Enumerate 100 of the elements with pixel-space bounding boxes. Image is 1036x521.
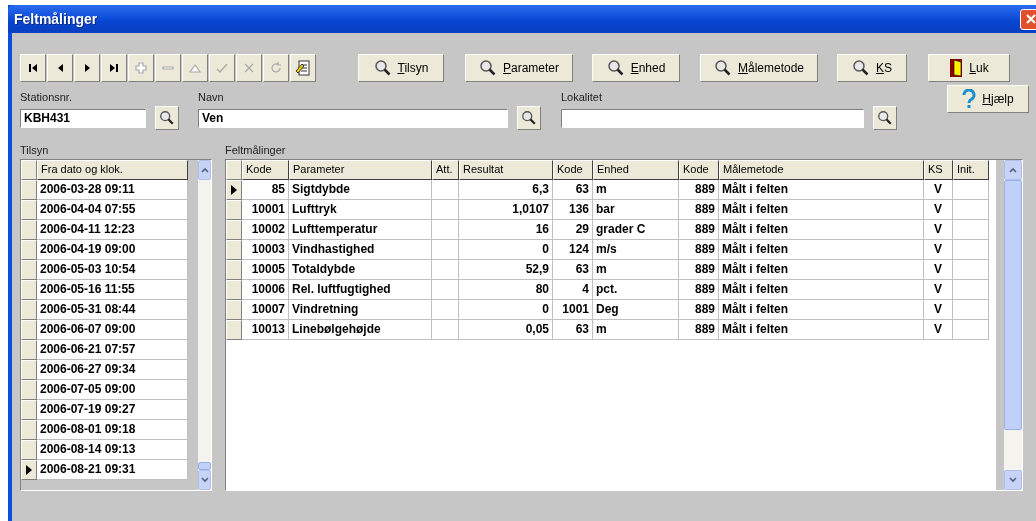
column-header[interactable]: Parameter [289, 160, 432, 180]
column-header[interactable]: Fra dato og klok. [37, 160, 188, 180]
table-cell[interactable]: 889 [679, 300, 719, 320]
table-cell[interactable]: 10003 [242, 240, 289, 260]
table-cell[interactable]: 10002 [242, 220, 289, 240]
scroll-down-button[interactable] [1004, 470, 1022, 490]
scrollbar[interactable] [198, 160, 211, 490]
table-cell[interactable]: 63 [553, 320, 593, 340]
table-cell[interactable]: 80 [459, 280, 553, 300]
toolbar-button[interactable]: Parameter [465, 54, 573, 82]
scroll-down-button[interactable] [198, 470, 211, 490]
column-header[interactable]: Kode [242, 160, 289, 180]
column-header[interactable]: Enhed [593, 160, 679, 180]
table-cell[interactable]: Vindretning [289, 300, 432, 320]
scroll-up-button[interactable] [1004, 160, 1022, 180]
table-cell[interactable] [953, 180, 989, 200]
table-cell[interactable]: 4 [553, 280, 593, 300]
table-cell[interactable]: 2006-06-21 07:57 [37, 340, 188, 360]
table-cell[interactable] [953, 320, 989, 340]
table-cell[interactable]: V [924, 300, 953, 320]
scroll-up-button[interactable] [198, 160, 211, 180]
table-cell[interactable]: 52,9 [459, 260, 553, 280]
toolbar-button[interactable]: Målemetode [700, 54, 818, 82]
table-cell[interactable]: 10013 [242, 320, 289, 340]
row-selector[interactable] [226, 180, 242, 200]
table-cell[interactable]: 63 [553, 180, 593, 200]
table-cell[interactable]: Målt i felten [719, 320, 924, 340]
table-cell[interactable] [432, 180, 459, 200]
table-cell[interactable] [953, 220, 989, 240]
table-cell[interactable]: 85 [242, 180, 289, 200]
row-selector[interactable] [21, 460, 37, 480]
column-header[interactable]: Målemetode [719, 160, 924, 180]
table-cell[interactable]: m/s [593, 240, 679, 260]
scrollbar[interactable] [1004, 160, 1022, 490]
table-cell[interactable] [432, 320, 459, 340]
table-cell[interactable] [432, 240, 459, 260]
table-cell[interactable]: 2006-08-01 09:18 [37, 420, 188, 440]
table-cell[interactable]: 2006-04-11 12:23 [37, 220, 188, 240]
close-button[interactable] [1020, 8, 1036, 30]
toolbar-button[interactable]: Luk [928, 54, 1010, 82]
table-cell[interactable]: 889 [679, 220, 719, 240]
table-cell[interactable]: 10006 [242, 280, 289, 300]
table-cell[interactable]: 889 [679, 200, 719, 220]
table-cell[interactable] [432, 300, 459, 320]
table-cell[interactable]: 2006-05-03 10:54 [37, 260, 188, 280]
table-cell[interactable]: V [924, 220, 953, 240]
table-cell[interactable]: 2006-08-14 09:13 [37, 440, 188, 460]
table-cell[interactable]: Målt i felten [719, 240, 924, 260]
table-cell[interactable]: Målt i felten [719, 300, 924, 320]
table-cell[interactable]: 2006-06-07 09:00 [37, 320, 188, 340]
table-cell[interactable]: V [924, 240, 953, 260]
table-cell[interactable]: 889 [679, 240, 719, 260]
table-cell[interactable] [953, 280, 989, 300]
table-cell[interactable] [432, 280, 459, 300]
table-cell[interactable] [432, 220, 459, 240]
column-header[interactable]: Resultat [459, 160, 553, 180]
table-cell[interactable]: 6,3 [459, 180, 553, 200]
column-header[interactable]: Kode [679, 160, 719, 180]
table-cell[interactable] [953, 200, 989, 220]
table-cell[interactable]: 889 [679, 280, 719, 300]
table-cell[interactable]: 2006-04-19 09:00 [37, 240, 188, 260]
toolbar-button[interactable] [74, 54, 100, 82]
table-cell[interactable]: 10005 [242, 260, 289, 280]
table-cell[interactable]: Målt i felten [719, 220, 924, 240]
table-cell[interactable]: grader C [593, 220, 679, 240]
table-cell[interactable]: V [924, 320, 953, 340]
table-cell[interactable]: 0 [459, 300, 553, 320]
column-header[interactable]: Kode [553, 160, 593, 180]
input-field[interactable] [561, 108, 864, 128]
table-cell[interactable]: Målt i felten [719, 280, 924, 300]
scroll-thumb[interactable] [1004, 180, 1022, 430]
help-button[interactable]: Hjælp [947, 85, 1029, 113]
column-header[interactable]: Att. [432, 160, 459, 180]
table-cell[interactable]: Målt i felten [719, 260, 924, 280]
table-cell[interactable]: V [924, 200, 953, 220]
table-cell[interactable]: 2006-06-27 09:34 [37, 360, 188, 380]
table-cell[interactable]: 0,05 [459, 320, 553, 340]
table-cell[interactable]: Totaldybde [289, 260, 432, 280]
table-cell[interactable]: pct. [593, 280, 679, 300]
table-cell[interactable]: 889 [679, 320, 719, 340]
input-field[interactable]: KBH431 [20, 108, 146, 128]
table-cell[interactable]: Målt i felten [719, 200, 924, 220]
table-cell[interactable] [953, 260, 989, 280]
toolbar-button[interactable]: Tilsyn [358, 54, 444, 82]
table-cell[interactable]: 2006-05-16 11:55 [37, 280, 188, 300]
table-cell[interactable]: Lufttryk [289, 200, 432, 220]
table-cell[interactable]: 136 [553, 200, 593, 220]
table-cell[interactable]: 2006-03-28 09:11 [37, 180, 188, 200]
table-cell[interactable]: Vindhastighed [289, 240, 432, 260]
toolbar-button[interactable]: KS [837, 54, 907, 82]
table-cell[interactable]: bar [593, 200, 679, 220]
table-cell[interactable]: 1,0107 [459, 200, 553, 220]
table-cell[interactable]: m [593, 320, 679, 340]
lookup-button[interactable] [517, 106, 541, 130]
table-cell[interactable]: Deg [593, 300, 679, 320]
table-cell[interactable]: 16 [459, 220, 553, 240]
table-cell[interactable]: 2006-07-05 09:00 [37, 380, 188, 400]
column-header[interactable]: KS [924, 160, 953, 180]
table-cell[interactable]: Sigtdybde [289, 180, 432, 200]
table-cell[interactable]: 2006-04-04 07:55 [37, 200, 188, 220]
